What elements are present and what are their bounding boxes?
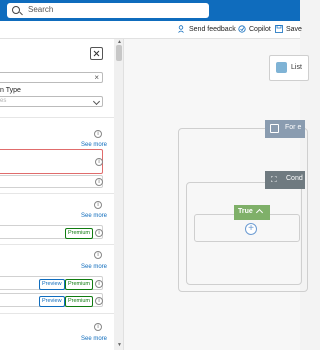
- see-more-link[interactable]: See more: [81, 264, 107, 270]
- true-branch-header[interactable]: True: [234, 205, 270, 220]
- close-icon[interactable]: [90, 47, 103, 60]
- type-filter-label: n Type: [0, 87, 21, 94]
- panel-scrollbar[interactable]: ▲ ▼: [114, 39, 123, 350]
- divider: [0, 244, 114, 245]
- scroll-thumb[interactable]: [116, 45, 122, 61]
- info-icon[interactable]: i: [94, 201, 102, 209]
- premium-badge: Premium: [65, 279, 94, 290]
- save-label: Save: [286, 25, 302, 33]
- top-bar: Search: [0, 0, 300, 21]
- info-icon[interactable]: i: [94, 323, 102, 331]
- add-action-button[interactable]: +: [245, 223, 257, 235]
- info-icon[interactable]: i: [95, 178, 103, 186]
- action-panel: × n Type ites i See more i i i See more …: [0, 39, 124, 350]
- see-more-link[interactable]: See more: [81, 142, 107, 148]
- connector-card[interactable]: Premium i: [0, 225, 103, 239]
- type-filter-placeholder: ites: [0, 98, 7, 104]
- send-feedback-label: Send feedback: [189, 25, 236, 33]
- premium-badge: Premium: [65, 228, 94, 239]
- list-action-label: List: [291, 64, 302, 71]
- copilot-label: Copilot: [249, 25, 271, 33]
- for-each-header[interactable]: For e: [265, 120, 305, 138]
- divider: [0, 117, 114, 118]
- info-icon[interactable]: i: [94, 130, 102, 138]
- premium-badge: Premium: [65, 296, 94, 307]
- connector-card[interactable]: i: [0, 175, 103, 188]
- true-label: True: [238, 208, 253, 215]
- connector-card-selected[interactable]: i: [0, 149, 103, 174]
- search-input[interactable]: Search: [28, 5, 53, 14]
- see-more-link[interactable]: See more: [81, 213, 107, 219]
- save-button[interactable]: Save: [275, 25, 302, 33]
- save-icon: [275, 25, 283, 33]
- divider: [0, 313, 114, 314]
- list-action-node[interactable]: List: [269, 55, 309, 81]
- clear-icon[interactable]: ×: [94, 73, 99, 83]
- see-more-link[interactable]: See more: [81, 336, 107, 342]
- list-icon: [276, 62, 287, 73]
- toolbar: Send feedback Copilot Save: [0, 21, 302, 39]
- connector-card[interactable]: Preview Premium i: [0, 293, 103, 307]
- condition-header[interactable]: ⛶ Cond: [265, 171, 305, 189]
- info-icon[interactable]: i: [95, 158, 103, 166]
- info-icon[interactable]: i: [94, 251, 102, 259]
- info-icon[interactable]: i: [95, 280, 103, 288]
- search-icon: [12, 6, 20, 14]
- chevron-down-icon: [92, 97, 101, 106]
- condition-icon: ⛶: [271, 175, 277, 184]
- chevron-up-icon[interactable]: [255, 208, 264, 217]
- divider: [0, 193, 114, 194]
- info-icon[interactable]: i: [95, 229, 103, 237]
- type-filter-dropdown[interactable]: ites: [0, 96, 103, 107]
- info-icon[interactable]: i: [95, 297, 103, 305]
- condition-label: Cond: [286, 175, 303, 182]
- preview-badge: Preview: [39, 279, 65, 290]
- search-box[interactable]: Search: [7, 3, 209, 18]
- copilot-button[interactable]: Copilot: [238, 25, 271, 33]
- loop-icon: [270, 124, 279, 133]
- copilot-icon: [238, 25, 246, 33]
- search-actions-field[interactable]: ×: [0, 72, 103, 83]
- scroll-down-icon[interactable]: ▼: [117, 342, 122, 348]
- for-each-label: For e: [285, 124, 302, 131]
- send-feedback-button[interactable]: Send feedback: [178, 25, 236, 33]
- connector-card[interactable]: Preview Premium i: [0, 276, 103, 290]
- flow-canvas[interactable]: List For e ⛶ Cond True +: [124, 39, 309, 350]
- feedback-icon: [178, 25, 186, 33]
- preview-badge: Preview: [39, 296, 65, 307]
